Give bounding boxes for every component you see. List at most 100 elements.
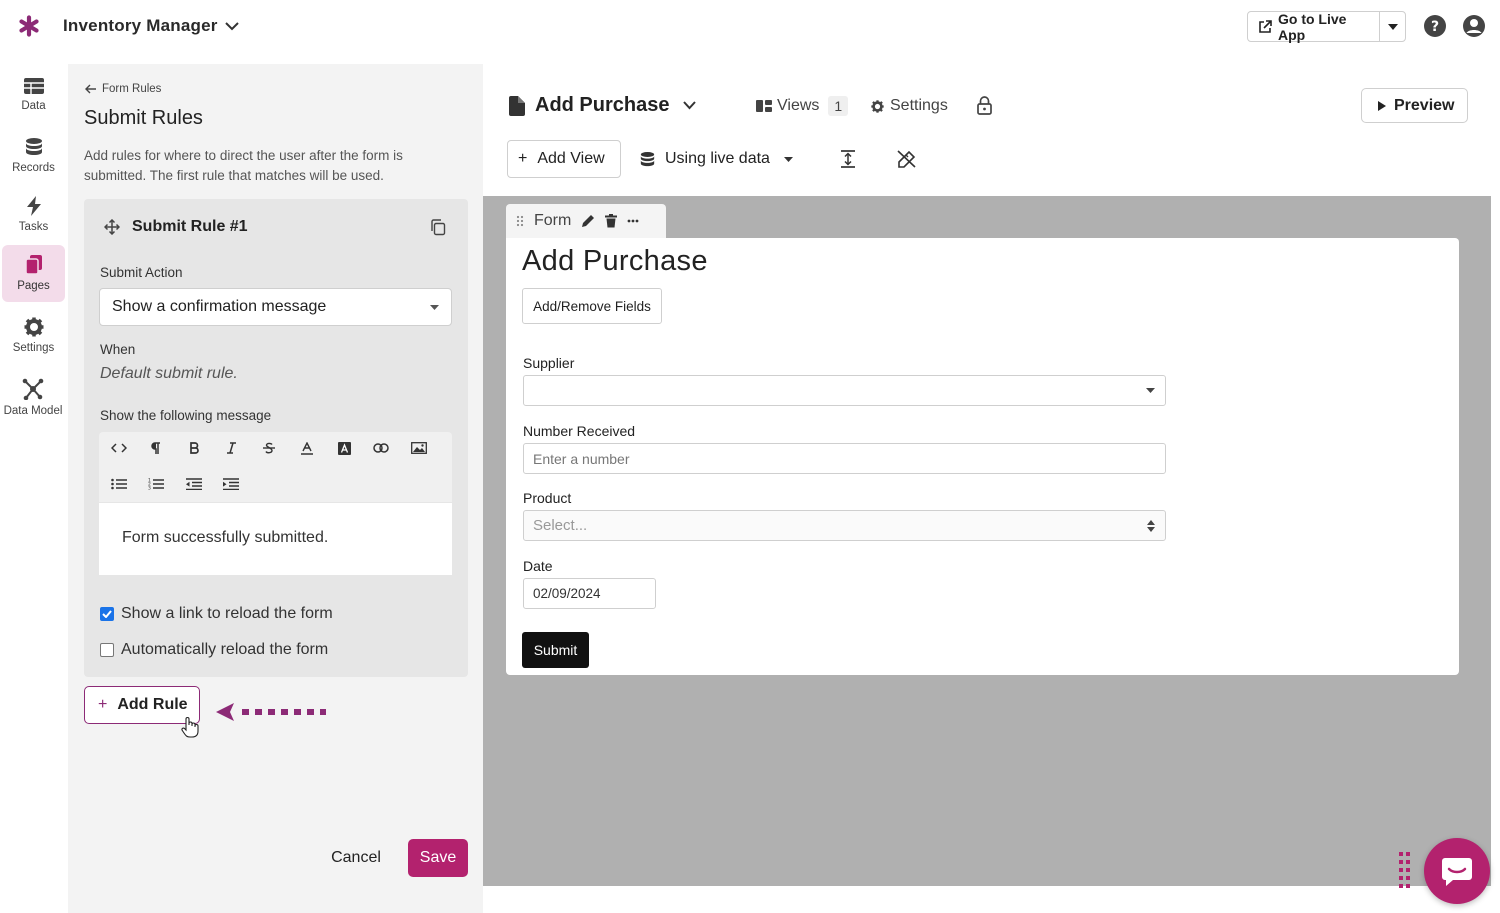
app-logo-icon[interactable] — [19, 15, 39, 37]
external-link-icon — [1258, 19, 1272, 34]
italic-icon[interactable] — [221, 438, 241, 458]
svg-text:?: ? — [1431, 19, 1439, 35]
select-caret-icon — [1146, 388, 1155, 393]
go-to-live-app-button[interactable]: Go to Live App — [1247, 11, 1406, 43]
trash-icon[interactable] — [605, 214, 618, 228]
live-app-dropdown-caret-icon[interactable] — [1380, 12, 1405, 41]
nav-item-records[interactable]: Records — [2, 127, 65, 184]
panel-description: Add rules for where to direct the user a… — [84, 148, 403, 183]
add-remove-fields-button[interactable]: Add/Remove Fields — [522, 288, 662, 324]
image-icon[interactable] — [409, 438, 429, 458]
database-icon — [25, 137, 43, 157]
reload-link-checkbox-row[interactable]: Show a link to reload the form — [100, 605, 333, 623]
cancel-button[interactable]: Cancel — [320, 839, 392, 877]
data-model-icon — [22, 378, 44, 400]
user-avatar-icon[interactable] — [1462, 14, 1486, 38]
submit-action-select[interactable]: Show a confirmation message — [99, 288, 452, 326]
nav-item-label: Data Model — [3, 405, 63, 417]
form-submit-button[interactable]: Submit — [522, 632, 589, 668]
page-title[interactable]: Add Purchase — [535, 94, 669, 117]
nav-item-settings[interactable]: Settings — [2, 307, 65, 364]
page-switcher-chevron-icon[interactable] — [682, 100, 697, 110]
auto-reload-checkbox-row[interactable]: Automatically reload the form — [100, 641, 328, 659]
bullet-list-icon[interactable] — [109, 474, 129, 494]
code-view-icon[interactable] — [109, 438, 129, 458]
back-link-label: Form Rules — [102, 83, 162, 95]
page-editor-header: Add Purchase Views 1 Settings Preview + … — [483, 64, 1500, 196]
supplier-select[interactable] — [523, 375, 1166, 406]
nav-item-label: Pages — [17, 280, 50, 292]
app-switcher-chevron-icon[interactable] — [224, 20, 240, 32]
product-select[interactable]: Select... — [523, 510, 1166, 541]
support-chat-button[interactable] — [1424, 838, 1490, 904]
form-view-tab[interactable]: Form — [506, 204, 666, 238]
outdent-icon[interactable] — [184, 474, 204, 494]
play-icon — [1378, 100, 1386, 111]
page-settings-button[interactable]: Settings — [871, 97, 948, 115]
design-tools-icon[interactable] — [897, 150, 916, 168]
pointer-arrow-icon — [216, 701, 328, 723]
auto-reload-checkbox-label: Automatically reload the form — [121, 641, 329, 658]
font-color-icon[interactable] — [297, 438, 317, 458]
back-to-form-rules-link[interactable]: Form Rules — [85, 83, 161, 95]
form-view-card: Add Purchase Add/Remove Fields Supplier … — [506, 238, 1459, 675]
number-received-label: Number Received — [523, 423, 636, 439]
vertical-spacing-icon[interactable] — [840, 150, 856, 168]
hand-cursor-icon — [181, 716, 199, 738]
nav-item-label: Settings — [12, 342, 55, 354]
help-icon[interactable]: ? — [1423, 14, 1447, 38]
more-options-icon[interactable] — [627, 219, 639, 223]
drag-handle-icon[interactable] — [516, 215, 524, 227]
lock-icon[interactable] — [977, 96, 992, 115]
pages-icon — [24, 255, 43, 275]
grip-dots-icon[interactable] — [1399, 852, 1411, 888]
database-icon — [640, 151, 655, 168]
nav-item-tasks[interactable]: Tasks — [2, 186, 65, 243]
reload-link-checkbox[interactable] — [100, 607, 114, 621]
paragraph-icon[interactable] — [146, 438, 166, 458]
strikethrough-icon[interactable] — [259, 438, 279, 458]
go-to-live-app-main[interactable]: Go to Live App — [1248, 11, 1381, 43]
nav-item-data-model[interactable]: Data Model — [0, 369, 66, 426]
save-button[interactable]: Save — [408, 839, 468, 877]
drag-move-icon[interactable] — [104, 219, 120, 235]
add-rule-label: Add Rule — [117, 696, 188, 713]
bold-icon[interactable] — [184, 438, 204, 458]
add-view-button[interactable]: + Add View — [507, 140, 621, 178]
page-document-icon — [509, 96, 525, 116]
when-label: When — [100, 342, 136, 357]
message-editor[interactable]: Form successfully submitted. — [99, 503, 452, 575]
nav-item-data[interactable]: Data — [2, 66, 65, 123]
app-title[interactable]: Inventory Manager — [63, 16, 218, 36]
left-nav: Data Records Tasks Pages Settings Data M… — [0, 64, 68, 913]
copy-rule-icon[interactable] — [430, 219, 446, 236]
edit-pencil-icon[interactable] — [581, 214, 595, 228]
highlight-color-icon[interactable] — [334, 438, 354, 458]
auto-reload-checkbox[interactable] — [100, 643, 114, 657]
arrow-left-icon — [85, 84, 97, 94]
number-received-input[interactable]: Enter a number — [523, 443, 1166, 474]
submit-rules-panel: Form Rules Submit Rules Add rules for wh… — [68, 64, 483, 913]
page-canvas: Form Add Purchase Add/Remove Fields Supp… — [483, 196, 1491, 886]
gear-icon — [871, 99, 884, 113]
nav-item-pages[interactable]: Pages — [2, 245, 65, 302]
views-count-badge: 1 — [828, 96, 849, 116]
panel-title: Submit Rules — [84, 107, 203, 129]
dropdown-caret-icon — [783, 156, 793, 162]
data-source-dropdown[interactable]: Using live data — [640, 150, 793, 168]
date-label: Date — [523, 558, 553, 574]
views-menu[interactable]: Views 1 — [756, 96, 849, 116]
preview-button[interactable]: Preview — [1361, 88, 1468, 123]
indent-icon[interactable] — [221, 474, 241, 494]
gear-icon — [24, 317, 44, 337]
date-input[interactable]: 02/09/2024 — [523, 578, 656, 609]
data-source-label: Using live data — [665, 150, 770, 167]
svg-text:3: 3 — [148, 486, 151, 491]
number-received-placeholder: Enter a number — [533, 450, 630, 467]
sort-caret-icon — [1147, 519, 1155, 532]
numbered-list-icon[interactable]: 123 — [146, 474, 166, 494]
top-bar: Inventory Manager Go to Live App ? — [0, 0, 1500, 64]
rich-text-toolbar: 123 — [99, 432, 452, 502]
form-title: Add Purchase — [522, 245, 708, 277]
link-icon[interactable] — [371, 438, 391, 458]
